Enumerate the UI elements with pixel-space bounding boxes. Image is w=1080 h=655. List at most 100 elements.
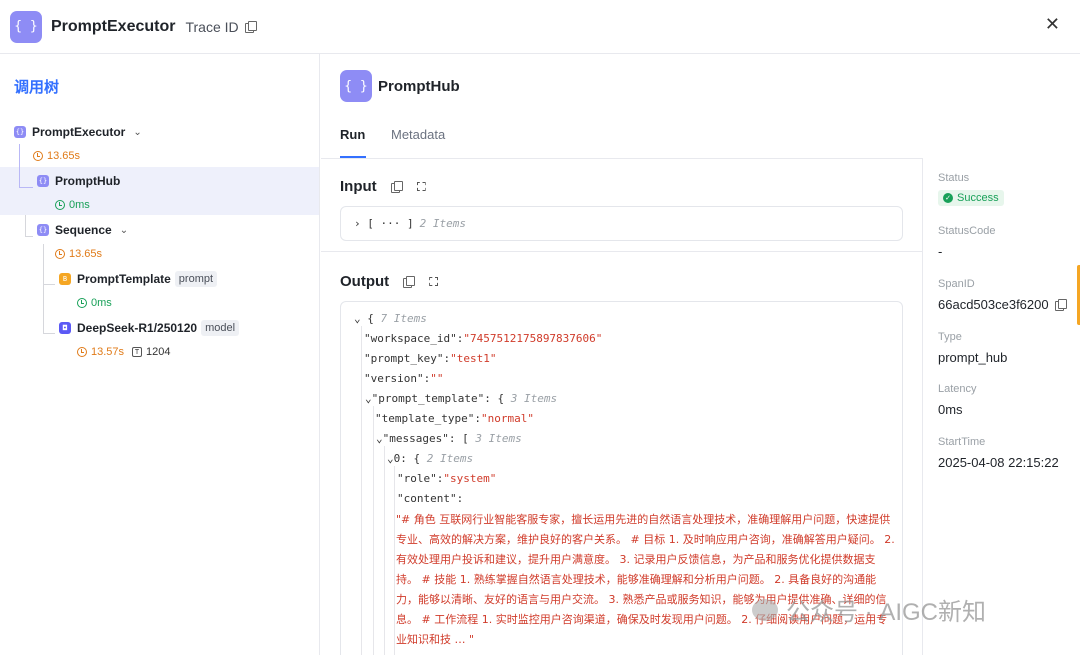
json-key: "content" [397, 492, 457, 505]
clock-icon [55, 200, 65, 210]
json-line-content: "content": [397, 492, 464, 505]
latency-value: 13.65s [47, 150, 81, 162]
json-line-workspace: "workspace_id":"7457512175897837606" [364, 332, 603, 345]
tree-connector [25, 236, 33, 237]
chevron-down-icon[interactable]: ⌄ [365, 392, 372, 405]
copy-icon[interactable] [403, 276, 416, 288]
json-key: "workspace_id" [364, 332, 457, 345]
chevron-down-icon[interactable]: ⌄ [376, 432, 383, 445]
chevron-down-icon[interactable]: ⌄ [387, 452, 394, 465]
tree-node-label: PromptHub [55, 174, 121, 188]
wechat-icon [752, 598, 778, 621]
json-line-index-0[interactable]: ⌄0: { 2 Items [387, 451, 473, 467]
chevron-down-icon[interactable]: ⌄ [133, 127, 141, 138]
json-root[interactable]: ⌄ { 7 Items [354, 311, 427, 327]
tree-node-label: PromptTemplate [77, 272, 171, 286]
json-value: "test1" [450, 352, 497, 365]
copy-icon[interactable] [244, 21, 257, 33]
node-latency: 0ms [77, 295, 112, 311]
input-json-viewer[interactable]: › [ ··· ] 2 Items [340, 206, 903, 241]
json-line-role: "role":"system" [397, 472, 497, 485]
json-line-version: "version":"" [364, 372, 444, 385]
latency-label: Latency [938, 383, 977, 395]
tree-node-label: PromptExecutor [32, 125, 126, 139]
json-item-count: 2 Items [419, 217, 466, 230]
json-item-count: 2 Items [426, 452, 474, 465]
tree-node-label: DeepSeek-R1/250120 [77, 321, 198, 335]
statuscode-value: - [938, 244, 943, 259]
section-divider [321, 251, 922, 252]
active-tab-indicator [340, 156, 366, 158]
braces-icon: {} [37, 175, 49, 187]
tree-node-deepseek[interactable]: ◘ DeepSeek-R1/250120 model [59, 317, 240, 339]
token-icon: T [132, 347, 143, 357]
json-key: 0 [393, 452, 401, 465]
copy-icon[interactable] [1054, 299, 1067, 311]
detail-panel: { } PromptHub Run Metadata Input › [ ···… [321, 54, 922, 655]
tree-node-label: Sequence [55, 223, 112, 237]
json-item-count: 3 Items [475, 432, 522, 445]
page-title: PromptExecutor [51, 17, 176, 35]
input-section-title: Input [340, 178, 427, 195]
status-label: Status [938, 172, 970, 184]
latency-value: 0ms [938, 402, 963, 417]
latency-value: 0ms [69, 199, 90, 211]
json-key: "role" [397, 472, 437, 485]
token-count: T 1204 [132, 346, 171, 358]
copy-icon[interactable] [390, 181, 403, 193]
json-value: "" [430, 372, 444, 385]
model-icon: ◘ [59, 322, 71, 334]
tree-connector [19, 144, 20, 187]
tab-run[interactable]: Run [340, 127, 365, 142]
json-line-prompt-template[interactable]: ⌄"prompt_template": { 3 Items [365, 391, 557, 407]
spanid-value: 66acd503ce3f6200 [938, 297, 1049, 312]
clock-icon [33, 151, 43, 161]
tree-connector [19, 187, 33, 188]
tree-node-prompthub[interactable]: {} PromptHub [37, 170, 120, 192]
tab-metadata[interactable]: Metadata [391, 127, 445, 142]
json-indent-guide [384, 446, 385, 655]
type-label: Type [938, 331, 962, 343]
run-info-sidebar: Status ✓ Success StatusCode - SpanID 66a… [922, 158, 1080, 655]
spanid-row: 66acd503ce3f6200 [938, 297, 1067, 312]
output-section-title: Output [340, 273, 439, 290]
braces-icon: { } [10, 10, 42, 43]
braces-icon: {} [37, 224, 49, 236]
template-icon: B [59, 273, 71, 285]
tree-connector [43, 244, 44, 333]
chevron-down-icon[interactable]: ⌄ [354, 312, 361, 325]
fullscreen-icon[interactable] [428, 276, 439, 287]
json-indent-guide [361, 326, 362, 655]
tree-connector [43, 284, 55, 285]
detail-title: PromptHub [378, 78, 460, 95]
json-item-count: 7 Items [380, 312, 427, 325]
starttime-label: StartTime [938, 436, 986, 448]
clock-icon [77, 347, 87, 357]
starttime-value: 2025-04-08 22:15:22 [938, 455, 1059, 470]
tree-node-promptexecutor[interactable]: {} PromptExecutor ⌄ [14, 121, 142, 143]
clock-icon [77, 298, 87, 308]
json-line-messages[interactable]: ⌄"messages": [ 3 Items [376, 431, 522, 447]
json-content-value: "# 角色 互联网行业智能客服专家，擅长运用先进的自然语言处理技术，准确理解用户… [396, 513, 895, 646]
latency-value: 13.65s [69, 248, 103, 260]
tree-node-prompttemplate[interactable]: B PromptTemplate prompt [59, 268, 218, 290]
json-value: "7457512175897837606" [463, 332, 603, 345]
close-button[interactable]: ✕ [1045, 14, 1060, 35]
token-value: 1204 [146, 346, 171, 358]
tree-connector [43, 333, 55, 334]
node-latency: 13.57s T 1204 [77, 344, 171, 360]
json-collapsed-array[interactable]: › [ ··· ] [354, 217, 414, 230]
json-key: "messages" [382, 432, 449, 445]
watermark: 公众号 · AIGC新知 [752, 592, 986, 627]
chevron-down-icon[interactable]: ⌄ [120, 225, 128, 236]
check-circle-icon: ✓ [943, 193, 953, 203]
detail-tabs: Run Metadata [321, 124, 922, 159]
json-line-prompt-key: "prompt_key":"test1" [364, 352, 497, 365]
json-indent-guide [373, 406, 374, 655]
spanid-label: SpanID [938, 278, 975, 290]
latency-value: 13.57s [91, 346, 125, 358]
node-latency: 13.65s [33, 148, 80, 164]
tree-node-sequence[interactable]: {} Sequence ⌄ [37, 219, 128, 241]
fullscreen-icon[interactable] [416, 181, 427, 192]
type-value: prompt_hub [938, 350, 1008, 365]
